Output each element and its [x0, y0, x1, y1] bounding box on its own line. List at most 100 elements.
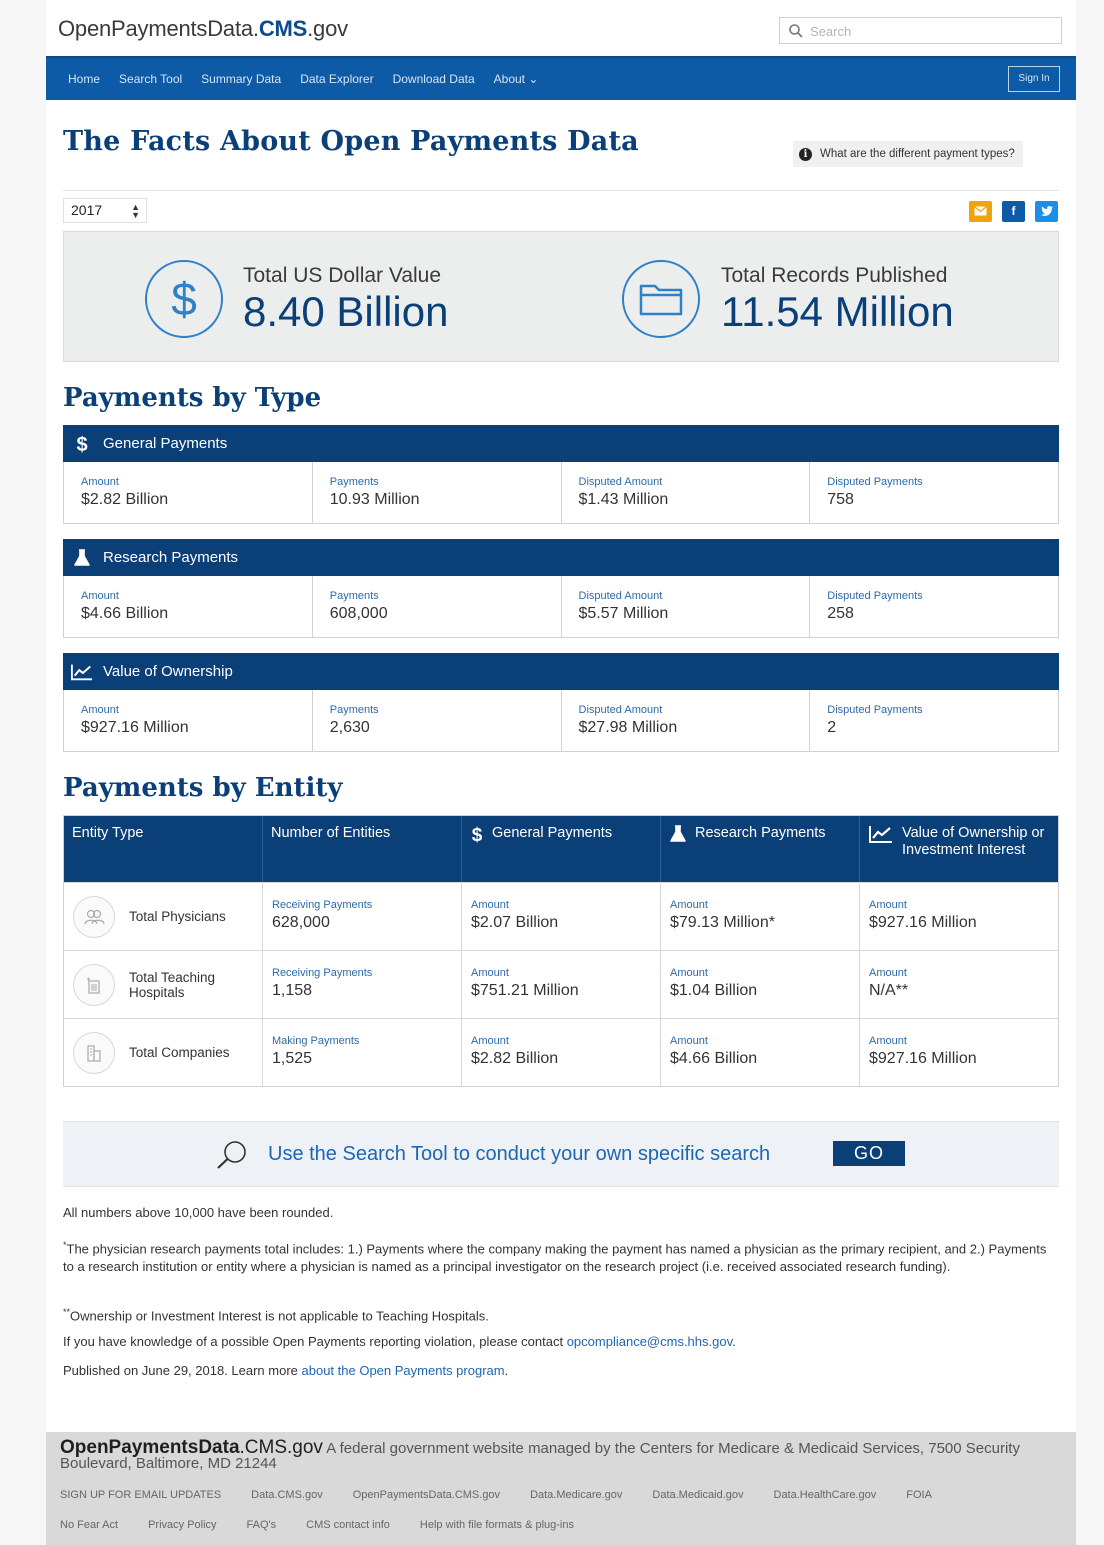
footer-link-openpayments[interactable]: OpenPaymentsData.CMS.gov: [353, 1489, 500, 1501]
search-tool-link[interactable]: Use the Search Tool to conduct your own …: [268, 1143, 770, 1166]
footer-link-data-healthcare[interactable]: Data.HealthCare.gov: [774, 1489, 877, 1501]
folder-icon: [622, 260, 700, 338]
cell-label: Receiving Payments: [272, 899, 373, 911]
footer-link-data-cms[interactable]: Data.CMS.gov: [251, 1489, 323, 1501]
col-ownership: Value of Ownership or Investment Interes…: [859, 816, 1058, 882]
cell-label: Disputed Amount: [578, 704, 663, 716]
entity-table: Entity Type Number of Entities $ General…: [63, 815, 1059, 1087]
cell-value: 758: [827, 491, 854, 508]
svg-text:$: $: [76, 434, 87, 455]
table-row: Total Companies Making Payments 1,525 Amo…: [64, 1018, 1058, 1086]
footer-brand: OpenPaymentsData.CMS.gov A federal gover…: [60, 1438, 1050, 1471]
dollar-icon: $: [71, 433, 93, 455]
published-suffix: .: [504, 1363, 509, 1378]
cell-value: $2.82 Billion: [471, 1050, 559, 1067]
right-gutter: [1076, 0, 1104, 1545]
research-payments-card: Research Payments Amount $4.66 Billion Pa…: [63, 539, 1059, 638]
footer-link-data-medicaid[interactable]: Data.Medicaid.gov: [652, 1489, 743, 1501]
ownership-card: Value of Ownership Amount $927.16 Million…: [63, 653, 1059, 752]
footnote-text: The physician research payments total in…: [63, 1241, 1047, 1275]
year-select[interactable]: 2017 ▲ ▼: [63, 198, 147, 223]
cell-value: 2: [827, 719, 837, 736]
cell-value: $751.21 Million: [471, 982, 579, 999]
cell-label: Disputed Amount: [578, 590, 663, 602]
research-cell: Amount $1.04 Billion: [660, 951, 859, 1018]
col-entity-type: Entity Type: [64, 816, 262, 882]
payments-by-type-heading: Payments by Type: [63, 383, 322, 413]
page-title: The Facts About Open Payments Data: [63, 126, 639, 157]
total-dollar-value: 8.40 Billion: [243, 288, 449, 335]
cell-value: $4.66 Billion: [81, 605, 169, 622]
line-chart-icon: [71, 661, 93, 683]
nav-home[interactable]: Home: [68, 72, 100, 86]
entity-cell: Total Teaching Hospitals: [64, 951, 262, 1018]
cell-value: $927.16 Million: [869, 1050, 977, 1067]
email-share-button[interactable]: [969, 201, 992, 222]
footer-link-data-medicare[interactable]: Data.Medicare.gov: [530, 1489, 622, 1501]
nav-summary-data[interactable]: Summary Data: [201, 72, 281, 86]
cell-label: Payments: [329, 704, 379, 716]
card-header: Value of Ownership: [63, 653, 1059, 690]
footer-link-foia[interactable]: FOIA: [906, 1489, 932, 1501]
twitter-share-button[interactable]: [1035, 201, 1058, 222]
nav-data-explorer[interactable]: Data Explorer: [300, 72, 373, 86]
physicians-icon: [73, 895, 115, 938]
footer-link-file-formats-help[interactable]: Help with file formats & plug-ins: [420, 1519, 574, 1531]
cell-value: $2.07 Billion: [471, 914, 559, 931]
payment-types-link[interactable]: i What are the different payment types?: [793, 141, 1023, 167]
cell-label: Disputed Amount: [578, 476, 663, 488]
amount-cell: Amount $2.82 Billion: [64, 462, 312, 523]
cell-value: $927.16 Million: [869, 914, 977, 931]
about-program-link[interactable]: about the Open Payments program: [302, 1363, 505, 1378]
total-dollar-label: Total US Dollar Value: [243, 264, 442, 287]
disputed-payments-cell: Disputed Payments 258: [809, 576, 1058, 637]
cell-value: $79.13 Million*: [670, 914, 775, 931]
info-icon: i: [799, 147, 812, 161]
site-logo[interactable]: OpenPaymentsData.CMS.gov: [58, 16, 348, 42]
footer-link-email-updates[interactable]: SIGN UP FOR EMAIL UPDATES: [60, 1489, 221, 1501]
card-title: General Payments: [103, 435, 228, 452]
entity-name: Total Physicians: [129, 909, 226, 924]
card-title: Research Payments: [103, 549, 239, 566]
nav-download-data[interactable]: Download Data: [393, 72, 475, 86]
entity-name: Total Teaching Hospitals: [129, 969, 216, 1000]
footer-link-no-fear-act[interactable]: No Fear Act: [60, 1519, 118, 1531]
brand-prefix: OpenPaymentsData.: [58, 16, 259, 41]
payment-types-label: What are the different payment types?: [820, 148, 1015, 160]
envelope-icon: [974, 206, 987, 216]
sign-in-button[interactable]: Sign In: [1008, 66, 1060, 92]
published-text: Published on June 29, 2018. Learn more: [63, 1363, 302, 1378]
footer-link-privacy-policy[interactable]: Privacy Policy: [148, 1519, 216, 1531]
go-button[interactable]: GO: [833, 1141, 905, 1166]
ownership-cell: Amount N/A**: [859, 951, 1058, 1018]
cell-label: Making Payments: [272, 1035, 360, 1047]
count-cell: Receiving Payments 628,000: [262, 883, 461, 950]
cell-label: Amount: [471, 899, 509, 911]
dollar-icon: $: [145, 260, 223, 338]
cell-value: 1,158: [272, 982, 313, 999]
nav-search-tool[interactable]: Search Tool: [119, 72, 182, 86]
twitter-icon: [1040, 206, 1053, 216]
footer-link-cms-contact[interactable]: CMS contact info: [306, 1519, 390, 1531]
cell-value: $2.82 Billion: [81, 491, 169, 508]
col-number-of-entities: Number of Entities: [262, 816, 461, 882]
payments-cell: Payments 608,000: [311, 576, 561, 637]
facebook-share-button[interactable]: f: [1002, 201, 1025, 222]
divider: [63, 190, 1059, 191]
general-cell: Amount $751.21 Million: [461, 951, 660, 1018]
nav-about[interactable]: About ⌄: [494, 72, 539, 86]
card-cells: Amount $4.66 Billion Payments 608,000 Disp…: [63, 576, 1059, 638]
footer-link-faqs[interactable]: FAQ's: [247, 1519, 277, 1531]
line-chart-icon: [869, 826, 892, 843]
research-footnote: *The physician research payments total i…: [63, 1236, 1059, 1276]
dollar-icon: $: [472, 825, 483, 845]
cell-label: Amount: [670, 899, 708, 911]
cell-value: 10.93 Million: [329, 491, 420, 508]
col-label: Entity Type: [72, 825, 144, 841]
card-cells: Amount $2.82 Billion Payments 10.93 Millio…: [63, 462, 1059, 524]
compliance-email-link[interactable]: opcompliance@cms.hhs.gov: [567, 1334, 732, 1349]
search-input[interactable]: [810, 21, 1050, 41]
cell-value: N/A**: [869, 982, 909, 999]
cell-label: Amount: [81, 476, 119, 488]
search-box[interactable]: [779, 17, 1062, 44]
